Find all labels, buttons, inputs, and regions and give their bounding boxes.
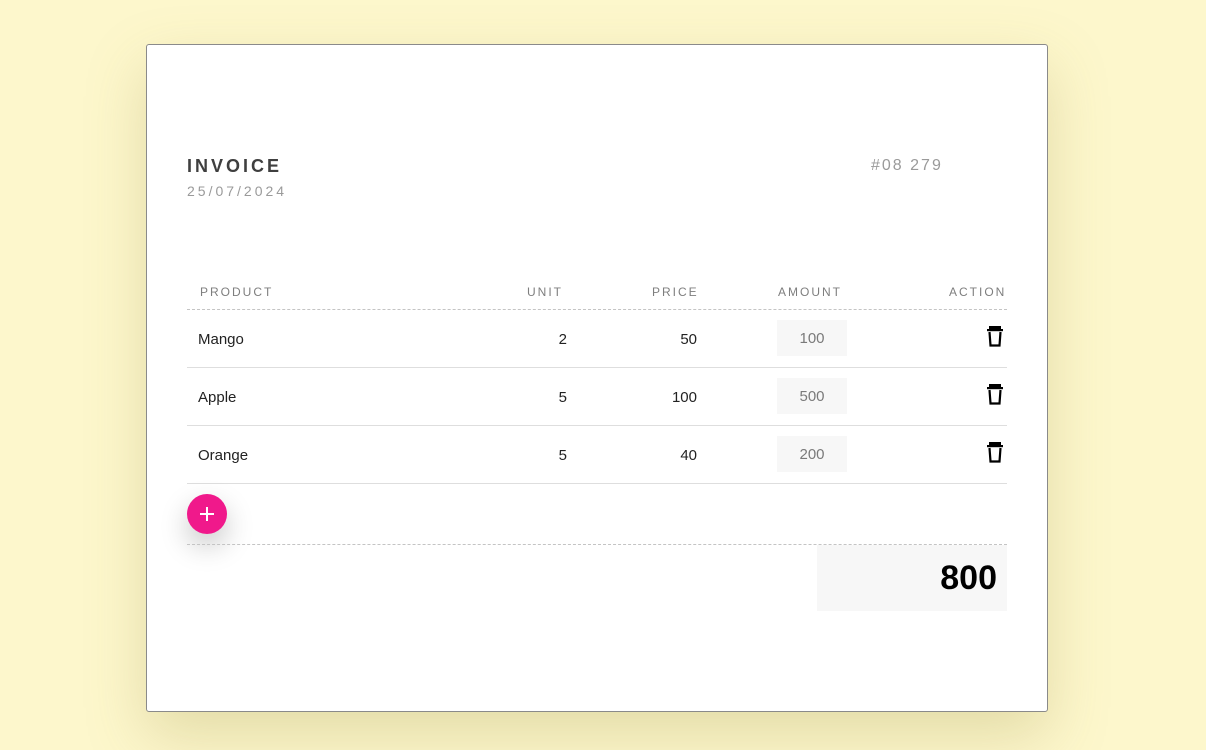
unit-cell: 5	[558, 389, 567, 406]
header-product: PRODUCT	[200, 285, 274, 299]
trash-icon	[987, 384, 1003, 405]
add-item-button[interactable]	[187, 494, 227, 534]
header-action: ACTION	[949, 285, 1007, 299]
total-box: 800	[817, 545, 1007, 611]
invoice-card: INVOICE 25/07/2024 #08 279 PRODUCT UNIT …	[146, 44, 1048, 712]
header-price: PRICE	[652, 285, 699, 299]
product-cell: Orange	[198, 447, 249, 464]
delete-button[interactable]	[986, 441, 1004, 463]
trash-icon	[987, 442, 1003, 463]
header-unit: UNIT	[527, 285, 563, 299]
price-cell: 50	[680, 331, 697, 348]
invoice-title: INVOICE	[187, 156, 283, 176]
table-row: Mango 2 50 100	[187, 310, 1007, 368]
header-amount: AMOUNT	[778, 285, 842, 299]
amount-field: 500	[777, 378, 847, 414]
amount-field: 200	[777, 436, 847, 472]
unit-cell: 2	[558, 331, 567, 348]
delete-button[interactable]	[986, 325, 1004, 347]
price-cell: 40	[680, 447, 697, 464]
product-cell: Mango	[198, 331, 244, 348]
table-row: Orange 5 40 200	[187, 426, 1007, 484]
amount-field: 100	[777, 320, 847, 356]
table-row: Apple 5 100 500	[187, 368, 1007, 426]
delete-button[interactable]	[986, 383, 1004, 405]
invoice-number: #08 279	[871, 157, 943, 174]
invoice-date: 25/07/2024	[187, 183, 288, 199]
total-amount: 800	[940, 559, 997, 597]
unit-cell: 5	[558, 447, 567, 464]
price-cell: 100	[671, 389, 697, 406]
product-cell: Apple	[198, 389, 237, 406]
table-header: PRODUCT UNIT PRICE AMOUNT ACTION	[187, 281, 1007, 310]
trash-icon	[987, 326, 1003, 347]
plus-icon	[200, 507, 214, 521]
